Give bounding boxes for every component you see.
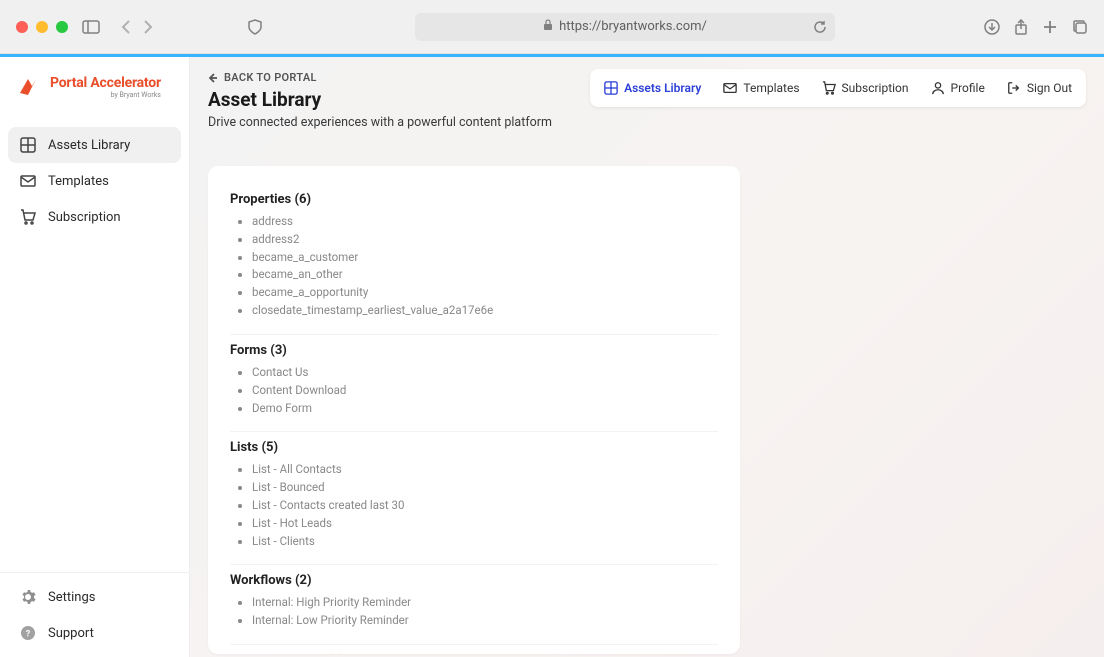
sidebar-item-label: Templates (48, 174, 109, 189)
group-list: Contact UsContent DownloadDemo Form (230, 364, 718, 417)
topbar-label: Subscription (842, 81, 909, 95)
list-item[interactable]: List - Bounced (252, 479, 718, 497)
cart-icon (822, 81, 836, 95)
url-text: https://bryantworks.com/ (559, 19, 707, 34)
browser-chrome: https://bryantworks.com/ (0, 0, 1104, 54)
nav-arrows (120, 19, 154, 35)
cart-icon (20, 209, 36, 225)
list-item[interactable]: became_an_other (252, 266, 718, 284)
topbar-sign-out[interactable]: Sign Out (997, 73, 1082, 103)
close-window-button[interactable] (16, 21, 28, 33)
topbar-label: Sign Out (1027, 81, 1072, 95)
svg-text:?: ? (26, 630, 31, 640)
topbar-profile[interactable]: Profile (921, 73, 995, 103)
group-title: Lists (5) (230, 440, 718, 455)
user-icon (931, 81, 945, 95)
group-title: Forms (3) (230, 343, 718, 358)
chrome-right (984, 19, 1088, 35)
download-icon[interactable] (984, 19, 1000, 35)
group-title: Email templates (2) (230, 653, 718, 654)
topbar-subscription[interactable]: Subscription (812, 73, 919, 103)
lock-icon (543, 19, 553, 34)
back-button[interactable] (120, 19, 132, 35)
mail-icon (20, 173, 36, 189)
sign-out-icon (1007, 81, 1021, 95)
main: BACK TO PORTAL Asset Library Drive conne… (190, 57, 1104, 657)
group-list: List - All ContactsList - BouncedList - … (230, 461, 718, 550)
sidebar-item-label: Subscription (48, 210, 121, 225)
topbar-label: Profile (951, 81, 985, 95)
asset-group: Properties (6) addressaddress2became_a_cu… (230, 184, 718, 335)
share-icon[interactable] (1014, 19, 1028, 35)
traffic-lights (16, 21, 68, 33)
list-item[interactable]: List - All Contacts (252, 461, 718, 479)
gear-icon (20, 589, 36, 605)
sidebar-item-subscription[interactable]: Subscription (8, 199, 181, 235)
sidebar-item-label: Support (48, 626, 94, 641)
grid-icon (604, 81, 618, 95)
list-item[interactable]: address (252, 213, 718, 231)
list-item[interactable]: List - Contacts created last 30 (252, 497, 718, 515)
url-bar[interactable]: https://bryantworks.com/ (415, 13, 835, 41)
list-item[interactable]: Internal: High Priority Reminder (252, 594, 718, 612)
content-card: Properties (6) addressaddress2became_a_cu… (208, 166, 740, 654)
sidebar: Portal Accelerator by Bryant Works Asset… (0, 57, 190, 657)
sidebar-toggle-icon[interactable] (82, 20, 100, 34)
list-item[interactable]: List - Hot Leads (252, 515, 718, 533)
list-item[interactable]: became_a_customer (252, 249, 718, 267)
list-item[interactable]: Contact Us (252, 364, 718, 382)
topbar-templates[interactable]: Templates (713, 73, 809, 103)
group-list: Internal: High Priority ReminderInternal… (230, 594, 718, 630)
group-title: Properties (6) (230, 192, 718, 207)
logo-sub-text: by Bryant Works (50, 91, 161, 99)
group-list: addressaddress2became_a_customerbecame_a… (230, 213, 718, 320)
sidebar-item-assets-library[interactable]: Assets Library (8, 127, 181, 163)
page-subtitle: Drive connected experiences with a power… (208, 115, 1086, 130)
grid-icon (20, 137, 36, 153)
shield-icon[interactable] (248, 19, 262, 35)
sidebar-item-settings[interactable]: Settings (8, 579, 181, 615)
list-item[interactable]: Demo Form (252, 400, 718, 418)
mail-icon (723, 81, 737, 95)
list-item[interactable]: List - Clients (252, 533, 718, 551)
list-item[interactable]: became_a_opportunity (252, 284, 718, 302)
asset-group: Email templates (2)Ticket closedTicket r… (230, 645, 718, 654)
sidebar-item-support[interactable]: ? Support (8, 615, 181, 651)
list-item[interactable]: Content Download (252, 382, 718, 400)
sidebar-item-label: Settings (48, 590, 95, 605)
asset-group: Lists (5) List - All ContactsList - Bounc… (230, 432, 718, 565)
maximize-window-button[interactable] (56, 21, 68, 33)
sidebar-item-label: Assets Library (48, 138, 130, 153)
topbar-label: Assets Library (624, 81, 701, 95)
new-tab-icon[interactable] (1042, 19, 1058, 35)
topbar-assets-library[interactable]: Assets Library (594, 73, 711, 103)
minimize-window-button[interactable] (36, 21, 48, 33)
list-item[interactable]: Internal: Low Priority Reminder (252, 612, 718, 630)
forward-button[interactable] (142, 19, 154, 35)
refresh-icon[interactable] (813, 20, 827, 34)
topbar: Assets Library Templates Subscription Pr… (590, 69, 1086, 107)
arrow-left-icon (208, 73, 218, 83)
asset-group: Workflows (2) Internal: High Priority Rem… (230, 565, 718, 645)
group-title: Workflows (2) (230, 573, 718, 588)
tabs-icon[interactable] (1072, 19, 1088, 35)
logo-main-text: Portal Accelerator (50, 75, 161, 91)
logo[interactable]: Portal Accelerator by Bryant Works (0, 57, 189, 121)
asset-group: Forms (3) Contact UsContent DownloadDemo … (230, 335, 718, 432)
list-item[interactable]: address2 (252, 231, 718, 249)
logo-mark-icon (14, 73, 42, 101)
question-icon: ? (20, 625, 36, 641)
sidebar-item-templates[interactable]: Templates (8, 163, 181, 199)
back-label: BACK TO PORTAL (224, 71, 317, 84)
list-item[interactable]: closedate_timestamp_earliest_value_a2a17… (252, 302, 718, 320)
topbar-label: Templates (743, 81, 799, 95)
